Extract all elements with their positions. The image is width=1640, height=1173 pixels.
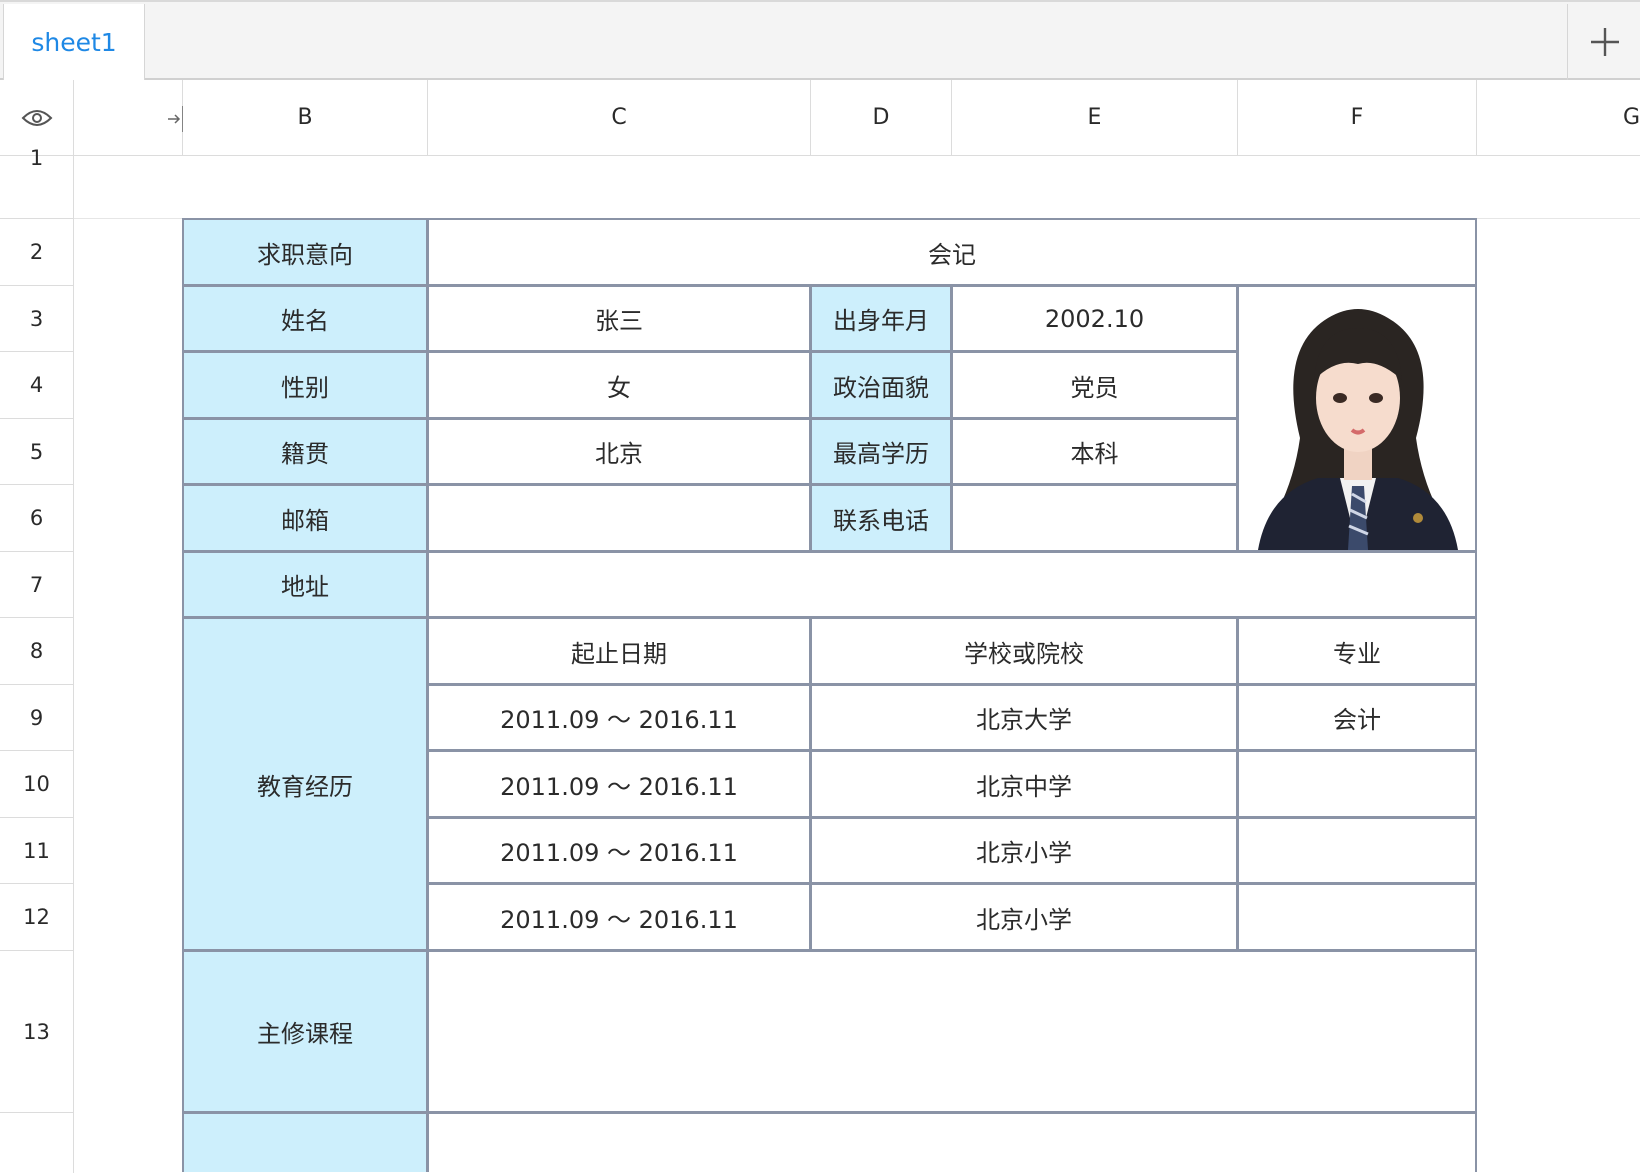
profile-photo	[1258, 309, 1458, 550]
courses-value[interactable]	[427, 950, 1477, 1113]
edu-header-school[interactable]: 学校或院校	[810, 617, 1238, 685]
origin-label[interactable]: 籍贯	[182, 418, 428, 485]
column-header-f[interactable]: F	[1238, 80, 1477, 156]
column-header-e[interactable]: E	[952, 80, 1238, 156]
address-label[interactable]: 地址	[182, 551, 428, 618]
row-header-14[interactable]	[0, 1113, 74, 1173]
edu-row-1-major[interactable]: 会计	[1237, 684, 1477, 751]
politics-value[interactable]: 党员	[951, 351, 1238, 419]
row-header-10[interactable]: 10	[0, 751, 74, 818]
row-header-12[interactable]: 12	[0, 884, 74, 951]
edu-row-2-major[interactable]	[1237, 750, 1477, 818]
gender-label[interactable]: 性别	[182, 351, 428, 419]
gender-value[interactable]: 女	[427, 351, 811, 419]
politics-label[interactable]: 政治面貌	[810, 351, 952, 419]
next-row-value[interactable]	[427, 1112, 1477, 1172]
column-header-a-collapsed[interactable]	[74, 80, 198, 156]
phone-value[interactable]	[951, 484, 1238, 552]
eye-icon[interactable]	[21, 108, 53, 128]
row-header-13[interactable]: 13	[0, 951, 74, 1113]
select-all-corner[interactable]	[0, 80, 74, 156]
edu-row-3-school[interactable]: 北京小学	[810, 817, 1238, 884]
edu-row-2-school[interactable]: 北京中学	[810, 750, 1238, 818]
column-header-b[interactable]: B	[183, 80, 428, 156]
plus-icon	[1590, 28, 1619, 56]
row-header-1[interactable]: 1	[0, 146, 74, 219]
name-label[interactable]: 姓名	[182, 285, 428, 352]
edu-row-2-dates[interactable]: 2011.09 ～ 2016.11	[427, 750, 811, 818]
name-value[interactable]: 张三	[427, 285, 811, 352]
edu-row-4-school[interactable]: 北京小学	[810, 883, 1238, 951]
column-header-g[interactable]: G	[1477, 80, 1640, 156]
row-header-11[interactable]: 11	[0, 818, 74, 884]
degree-value[interactable]: 本科	[951, 418, 1238, 485]
next-row-label[interactable]	[182, 1112, 428, 1172]
sheet-tab-sheet1[interactable]: sheet1	[3, 4, 145, 80]
email-label[interactable]: 邮箱	[182, 484, 428, 552]
row-header-4[interactable]: 4	[0, 352, 74, 419]
row-header-3[interactable]: 3	[0, 286, 74, 352]
edu-row-4-major[interactable]	[1237, 883, 1477, 951]
row-header-6[interactable]: 6	[0, 485, 74, 552]
row-header-2[interactable]: 2	[0, 219, 74, 286]
row-header-7[interactable]: 7	[0, 552, 74, 618]
row-header-8[interactable]: 8	[0, 618, 74, 685]
degree-label[interactable]: 最高学历	[810, 418, 952, 485]
edu-header-dates[interactable]: 起止日期	[427, 617, 811, 685]
photo-cell[interactable]	[1237, 285, 1477, 552]
sheet-tab-bar: sheet1	[0, 0, 1640, 80]
edu-row-1-school[interactable]: 北京大学	[810, 684, 1238, 751]
edu-row-1-dates[interactable]: 2011.09 ～ 2016.11	[427, 684, 811, 751]
origin-value[interactable]: 北京	[427, 418, 811, 485]
row-header-5[interactable]: 5	[0, 419, 74, 485]
edu-row-3-dates[interactable]: 2011.09 ～ 2016.11	[427, 817, 811, 884]
courses-label[interactable]: 主修课程	[182, 950, 428, 1113]
education-label[interactable]: 教育经历	[182, 617, 428, 951]
birth-value[interactable]: 2002.10	[951, 285, 1238, 352]
edu-row-3-major[interactable]	[1237, 817, 1477, 884]
edu-row-4-dates[interactable]: 2011.09 ～ 2016.11	[427, 883, 811, 951]
add-sheet-button[interactable]	[1567, 4, 1640, 80]
birth-label[interactable]: 出身年月	[810, 285, 952, 352]
job-intent-label[interactable]: 求职意向	[182, 218, 428, 286]
job-intent-value[interactable]: 会记	[427, 218, 1477, 286]
edu-header-major[interactable]: 专业	[1237, 617, 1477, 685]
row-header-9[interactable]: 9	[0, 685, 74, 751]
email-value[interactable]	[427, 484, 811, 552]
column-header-c[interactable]: C	[428, 80, 811, 156]
address-value[interactable]	[427, 551, 1477, 618]
column-header-d[interactable]: D	[811, 80, 952, 156]
phone-label[interactable]: 联系电话	[810, 484, 952, 552]
